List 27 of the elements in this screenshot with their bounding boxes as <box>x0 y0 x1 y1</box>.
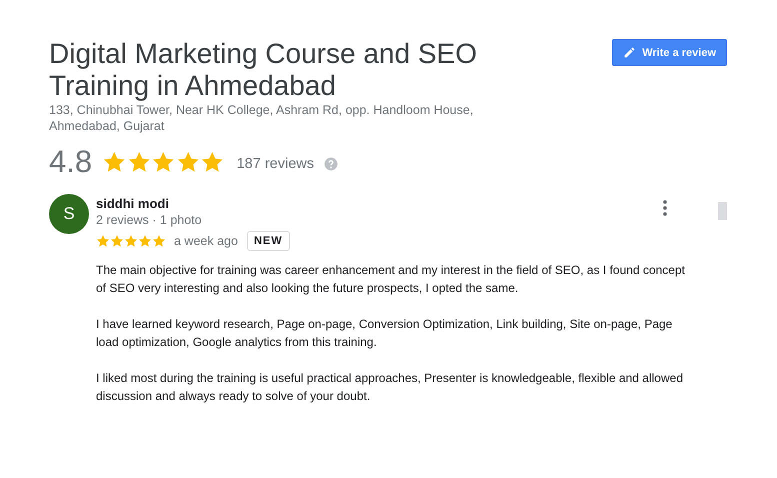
review-count[interactable]: 187 reviews <box>236 156 314 172</box>
star-icon <box>110 234 124 248</box>
star-icon <box>126 150 152 174</box>
address: 133, Chinubhai Tower, Near HK College, Ashram Rd, opp. Handloom House, Ahmedabad, Gujarat <box>49 102 474 134</box>
star-icon <box>152 234 166 248</box>
help-icon[interactable] <box>324 157 338 171</box>
write-review-button[interactable]: Write a review <box>612 39 727 66</box>
star-icon <box>176 150 200 174</box>
star-icon <box>124 234 138 248</box>
review-paragraph: The main objective for training was career enhancement and my interest in the field of SEO, as I found concept of SEO very interesting and also looking the future prospects, I opted the same. <box>96 262 686 297</box>
star-icon <box>151 150 176 174</box>
more-options-icon[interactable] <box>663 200 667 216</box>
pencil-icon <box>623 46 636 59</box>
star-icon <box>200 150 225 174</box>
review-paragraph: I have learned keyword research, Page on-page, Conversion Optimization, Link building, Site on-page, Page load optimization, Google analytics from this training. <box>96 316 674 351</box>
author-meta: 2 reviews · 1 photo <box>96 212 203 228</box>
scrollbar-thumb[interactable] <box>718 202 727 220</box>
new-badge: NEW <box>246 231 290 251</box>
rating-score: 4.8 <box>49 144 92 180</box>
avatar[interactable]: S <box>49 194 89 234</box>
place-title: Digital Marketing Course and SEO Training in Ahmedabad <box>49 38 478 102</box>
star-icon <box>138 234 152 248</box>
star-icon <box>102 150 127 174</box>
author-name[interactable]: siddhi modi <box>96 195 688 212</box>
star-icon <box>96 234 110 248</box>
review-paragraph: I liked most during the training is useful practical approaches, Presenter is knowledgeable, flexible and allowed discussion and always ready to solve of your doubt. <box>96 370 684 405</box>
review-time: a week ago <box>174 234 238 248</box>
